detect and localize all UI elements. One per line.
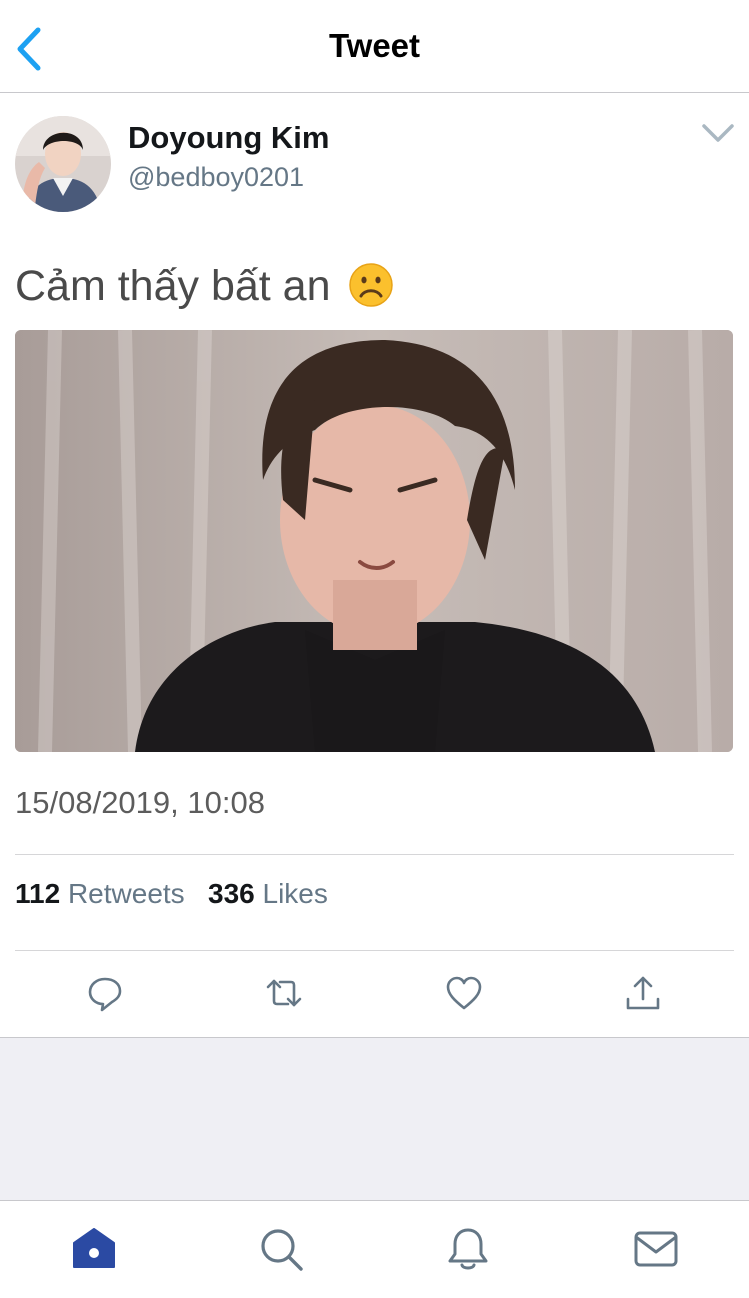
- share-icon[interactable]: [623, 973, 663, 1013]
- tweet-text-body: Cảm thấy bất an: [15, 262, 331, 310]
- page-title: Tweet: [328, 27, 421, 64]
- avatar-photo: [15, 116, 111, 212]
- empty-replies-area: [0, 1038, 749, 1200]
- bottom-tab-bar: [0, 1200, 749, 1298]
- tweet-media-photo[interactable]: [15, 330, 733, 752]
- retweets-label: Retweets: [67, 878, 185, 909]
- messages-envelope-icon[interactable]: [632, 1225, 680, 1273]
- retweets-count: 112: [15, 878, 61, 909]
- tweet-photo: [15, 330, 733, 752]
- home-icon[interactable]: [70, 1225, 118, 1273]
- author-handle[interactable]: @bedboy0201: [128, 162, 304, 193]
- likes-stat[interactable]: 336 Likes: [208, 878, 328, 909]
- search-icon[interactable]: [257, 1225, 305, 1273]
- tweet-action-bar: [0, 951, 749, 1038]
- likes-count: 336: [208, 878, 255, 909]
- chevron-down-icon[interactable]: [700, 120, 736, 146]
- reply-icon[interactable]: [85, 973, 125, 1013]
- retweet-icon[interactable]: [264, 973, 304, 1013]
- author-name[interactable]: Doyoung Kim: [128, 120, 330, 156]
- frowning-face-icon: [349, 263, 394, 307]
- notifications-bell-icon[interactable]: [444, 1225, 492, 1273]
- like-heart-icon[interactable]: [444, 973, 484, 1013]
- likes-label: Likes: [262, 878, 328, 909]
- tweet-text: Cảm thấy bất an: [15, 262, 394, 311]
- tweet-timestamp: 15/08/2019, 10:08: [15, 785, 265, 820]
- divider: [15, 854, 734, 855]
- retweets-stat[interactable]: 112 Retweets: [15, 878, 185, 909]
- avatar[interactable]: [15, 116, 111, 212]
- navigation-bar: Tweet: [0, 0, 749, 93]
- tweet-stats: 112 Retweets 336 Likes: [15, 878, 328, 910]
